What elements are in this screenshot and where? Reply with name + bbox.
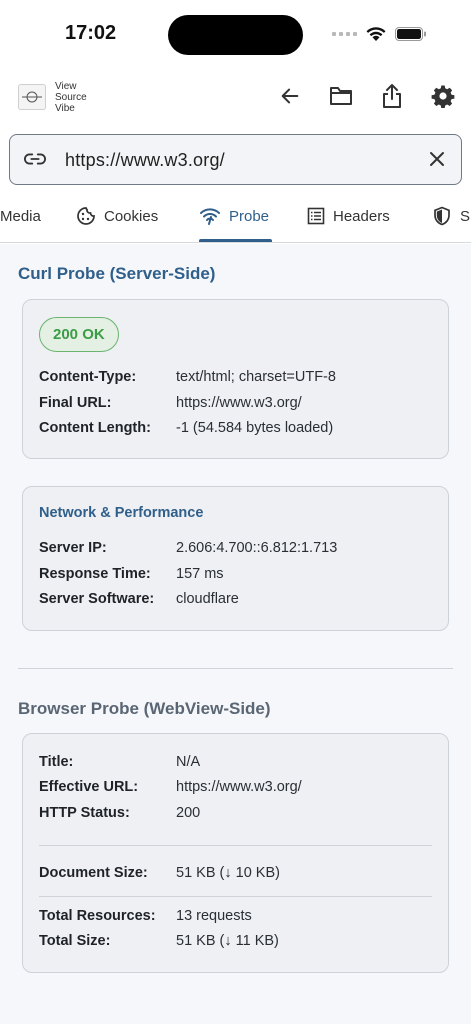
back-button[interactable] — [276, 82, 304, 110]
info-value: 157 ms — [176, 566, 224, 582]
info-value: cloudflare — [176, 591, 239, 607]
wifi-probe-icon — [200, 208, 220, 225]
shield-icon — [434, 206, 450, 226]
info-key: Response Time: — [39, 566, 151, 582]
gear-icon — [431, 85, 455, 108]
share-button[interactable] — [378, 82, 406, 110]
tab-security[interactable]: S — [432, 190, 470, 242]
info-value: 13 requests — [176, 908, 252, 924]
tab-label: Headers — [333, 207, 390, 225]
probe-panel: Curl Probe (Server-Side) 200 OK Content-… — [0, 244, 471, 1024]
url-input-value[interactable]: https://www.w3.org/ — [65, 150, 225, 171]
status-time: 17:02 — [65, 22, 117, 44]
tab-headers[interactable]: Headers — [307, 190, 390, 242]
info-row: Total Resources: 13 requests — [39, 908, 252, 924]
info-row: Total Size: 51 KB (↓ 11 KB) — [39, 933, 279, 949]
divider — [39, 896, 432, 897]
info-row: Title: N/A — [39, 754, 200, 770]
cellular-signal-icon — [332, 32, 357, 36]
info-key: Server IP: — [39, 540, 107, 556]
network-performance-card: Network & Performance Server IP: 2.606:4… — [22, 486, 449, 631]
tab-label: S — [460, 207, 471, 225]
app-title: View Source Vibe — [55, 81, 87, 114]
info-value: https://www.w3.org/ — [176, 779, 302, 795]
section-divider — [18, 668, 453, 669]
arrow-left-icon — [281, 88, 299, 104]
info-value: N/A — [176, 754, 201, 770]
browser-probe-card: Title: N/A Effective URL: https://www.w3… — [22, 733, 449, 973]
info-row: Content Length: -1 (54.584 bytes loaded) — [39, 420, 333, 436]
cookie-icon — [77, 207, 95, 225]
info-value: 200 — [176, 805, 201, 821]
info-key: Document Size: — [39, 865, 148, 881]
info-row: Content-Type: text/html; charset=UTF-8 — [39, 369, 336, 385]
list-icon — [307, 207, 325, 225]
info-value: https://www.w3.org/ — [176, 395, 302, 411]
info-row: Final URL: https://www.w3.org/ — [39, 395, 302, 411]
info-key: Content Length: — [39, 420, 151, 436]
divider — [39, 845, 432, 846]
app-bar: View Source Vibe — [0, 70, 471, 128]
url-field[interactable]: https://www.w3.org/ — [9, 134, 462, 185]
curl-summary-card: 200 OK Content-Type: text/html; charset=… — [22, 299, 449, 459]
tab-probe[interactable]: Probe — [199, 190, 269, 242]
tab-label: Probe — [229, 207, 270, 225]
link-icon — [24, 153, 46, 165]
info-value: -1 (54.584 bytes loaded) — [176, 420, 334, 436]
folder-icon — [330, 87, 352, 105]
dynamic-island — [168, 15, 303, 55]
share-icon — [383, 84, 401, 108]
info-key: Final URL: — [39, 395, 112, 411]
tab-label: Cookies — [104, 207, 159, 225]
battery-icon — [395, 27, 426, 41]
status-bar: 17:02 — [0, 0, 471, 70]
info-row: Server IP: 2.606:4.700::6.812:1.713 — [39, 540, 337, 556]
info-value: 51 KB (↓ 11 KB) — [176, 933, 279, 949]
app-title-line: View — [55, 81, 77, 92]
info-row: Response Time: 157 ms — [39, 566, 224, 582]
wifi-icon — [366, 27, 386, 41]
info-row: Server Software: cloudflare — [39, 591, 239, 607]
info-key: Total Size: — [39, 933, 111, 949]
info-row: HTTP Status: 200 — [39, 805, 200, 821]
info-value: text/html; charset=UTF-8 — [176, 369, 336, 385]
tab-cookies[interactable]: Cookies — [76, 190, 158, 242]
tab-media[interactable]: Media — [0, 190, 41, 242]
info-value: 51 KB (↓ 10 KB) — [176, 865, 280, 881]
curl-probe-title: Curl Probe (Server-Side) — [18, 264, 216, 283]
active-tab-indicator — [199, 239, 272, 242]
browser-probe-title: Browser Probe (WebView-Side) — [18, 699, 271, 718]
open-folder-button[interactable] — [327, 82, 355, 110]
status-badge: 200 OK — [39, 317, 119, 352]
info-value: 2.606:4.700::6.812:1.713 — [176, 540, 338, 556]
info-key: HTTP Status: — [39, 805, 130, 821]
clear-icon[interactable] — [427, 149, 447, 169]
info-key: Total Resources: — [39, 908, 156, 924]
info-key: Effective URL: — [39, 779, 139, 795]
network-performance-title: Network & Performance — [39, 505, 204, 521]
info-key: Title: — [39, 754, 74, 770]
info-key: Content-Type: — [39, 369, 137, 385]
app-title-line: Source — [55, 92, 87, 103]
info-row: Effective URL: https://www.w3.org/ — [39, 779, 302, 795]
app-actions — [276, 82, 457, 110]
settings-button[interactable] — [429, 82, 457, 110]
info-row: Document Size: 51 KB (↓ 10 KB) — [39, 865, 280, 881]
status-icons — [332, 26, 427, 42]
tab-label: Media — [0, 207, 41, 225]
info-key: Server Software: — [39, 591, 155, 607]
tab-bar: Media Cookies Probe Headers S — [0, 190, 471, 243]
app-logo — [18, 84, 46, 110]
app-title-line: Vibe — [55, 103, 75, 114]
